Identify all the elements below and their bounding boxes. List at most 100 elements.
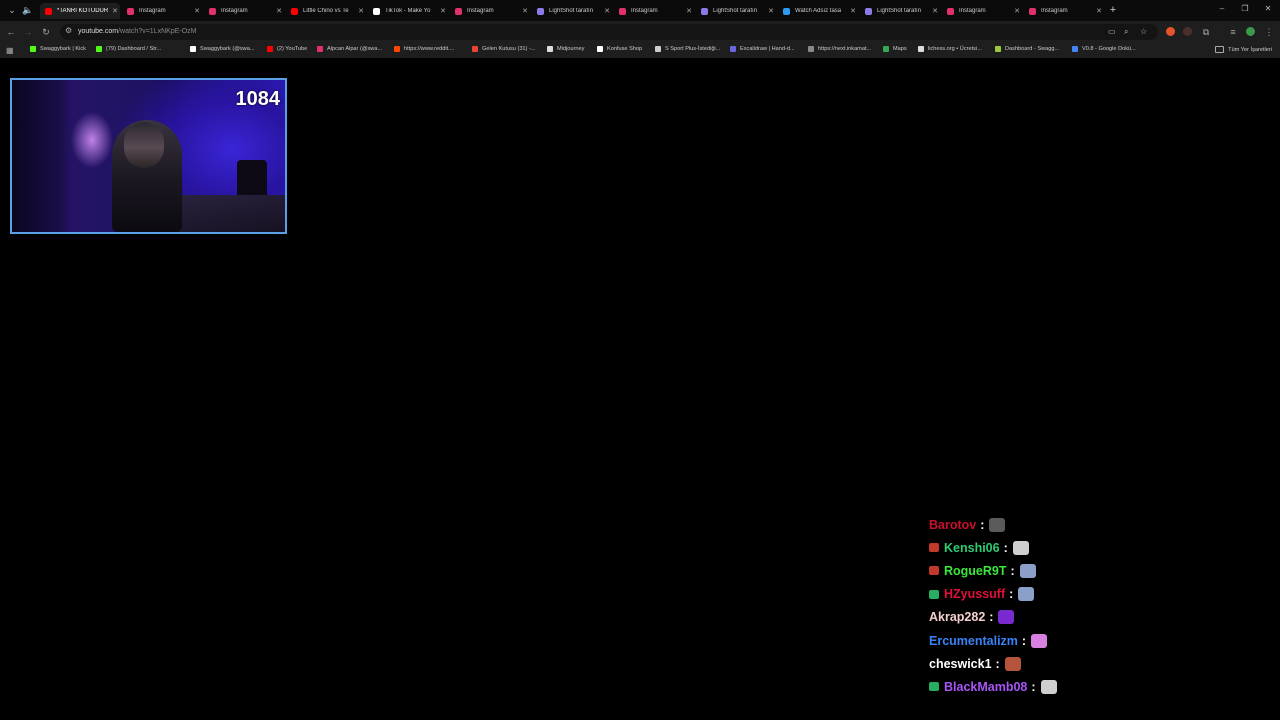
apps-grid-icon[interactable]: ▦ [6, 46, 14, 55]
tab-close-icon[interactable]: ✕ [602, 7, 612, 15]
bookmark-label: Gelen Kutusu (31) -... [482, 46, 536, 52]
chat-username: RogueR9T [944, 563, 1007, 578]
browser-tab[interactable]: Watch Adsız tasa ✕ [778, 3, 858, 19]
tab-close-icon[interactable]: ✕ [766, 7, 776, 15]
tab-title: Instagram [1041, 8, 1068, 14]
browser-tab[interactable]: Instagram ✕ [122, 3, 202, 19]
chat-username: Ercumentalizm [929, 633, 1018, 648]
browser-tab[interactable]: Little Chino vs Te ✕ [286, 3, 366, 19]
forward-arrow-icon[interactable]: → [22, 26, 34, 38]
browser-tab[interactable]: LightShot tarafın ✕ [860, 3, 940, 19]
chat-overlay: Barotov: Kenshi06: RogueR9T: HZyussuff: Akra… [929, 513, 1269, 699]
bookmark-item[interactable]: https://www.reddit.... [394, 46, 454, 52]
browser-tab[interactable]: *TANRI KÖTÜDÜR ✕ [40, 3, 120, 19]
browser-toolbar: ← → ↻ ⚙ youtube.com/watch?v=1LxNKpE-OzM … [0, 21, 1280, 43]
menu-kebab-icon[interactable]: ⋮ [1263, 26, 1275, 38]
bookmark-label: https://next.inkamat... [818, 46, 872, 52]
bookmark-item[interactable]: V0.8 - Google Dokü... [1072, 46, 1136, 52]
tab-close-icon[interactable]: ✕ [110, 7, 120, 15]
extension-icon[interactable] [1183, 27, 1192, 36]
chat-message: Akrap282: [929, 606, 1269, 629]
bookmark-item[interactable]: Alpcan Alpar (@swa... [317, 46, 382, 52]
bookmark-item[interactable]: lichess.org • Ücretsi... [918, 46, 982, 52]
site-info-icon[interactable]: ⚙ [65, 26, 72, 35]
lightshot-icon [865, 7, 872, 15]
bookmark-item[interactable]: Excalidraw | Hand-d... [730, 46, 795, 52]
bookmark-label: S Sport Plus-İstediği... [665, 46, 721, 52]
bookmark-item[interactable]: Maps [883, 46, 907, 52]
audio-icon[interactable]: 🔈 [18, 0, 38, 21]
close-window-button[interactable]: ✕ [1260, 4, 1276, 13]
bookmark-item[interactable]: Gelen Kutusu (31) -... [472, 46, 535, 52]
maximize-button[interactable]: ❐ [1237, 4, 1253, 13]
lightshot-icon [537, 7, 544, 15]
tab-close-icon[interactable]: ✕ [356, 7, 366, 15]
bookmark-label: Alpcan Alpar (@swa... [327, 46, 383, 52]
bookmark-label: Konfuse Shop [607, 46, 643, 52]
url-text[interactable]: youtube.com/watch?v=1LxNKpE-OzM [78, 28, 197, 35]
chat-separator: : [1009, 587, 1014, 602]
youtube-icon [291, 7, 298, 15]
bookmark-item[interactable]: S Sport Plus-İstediği... [655, 46, 720, 52]
chat-emote-icon [1040, 679, 1057, 694]
browser-tab[interactable]: LightShot tarafın ✕ [696, 3, 776, 19]
bookmark-item[interactable]: (2) YouTube [267, 46, 307, 52]
new-tab-button[interactable]: + [1107, 4, 1119, 16]
browser-tab[interactable]: LightShot tarafın ✕ [532, 3, 612, 19]
profile-avatar[interactable] [1246, 27, 1255, 36]
lightshot-icon [701, 7, 708, 15]
browser-tab[interactable]: Instagram ✕ [614, 3, 694, 19]
chat-separator: : [995, 656, 1000, 671]
tab-close-icon[interactable]: ✕ [1012, 7, 1022, 15]
tab-close-icon[interactable]: ✕ [274, 7, 284, 15]
media-icon[interactable]: ≡ [1227, 26, 1239, 38]
tab-title: Instagram [139, 8, 166, 14]
bookmark-item[interactable]: Swaggybark (@swa... [190, 46, 255, 52]
bookmark-favicon-icon [883, 46, 889, 52]
reload-icon[interactable]: ↻ [40, 26, 52, 38]
tab-close-icon[interactable]: ✕ [684, 7, 694, 15]
zoom-icon[interactable]: ⌕ [1124, 27, 1128, 37]
extensions-puzzle-icon[interactable]: ⧉ [1200, 26, 1212, 38]
folder-icon [1215, 46, 1225, 53]
youtube-icon [45, 7, 52, 15]
browser-tab[interactable]: Instagram ✕ [942, 3, 1022, 19]
tab-close-icon[interactable]: ✕ [520, 7, 530, 15]
minimize-button[interactable]: – [1214, 4, 1230, 13]
tab-title: *TANRI KÖTÜDÜR [57, 8, 109, 14]
tab-title: Instagram [467, 8, 494, 14]
bookmark-star-icon[interactable]: ☆ [1140, 27, 1147, 36]
browser-tab[interactable]: Instagram ✕ [1024, 3, 1104, 19]
bookmark-label: Excalidraw | Hand-d... [740, 46, 795, 52]
tab-close-icon[interactable]: ✕ [438, 7, 448, 15]
browser-tab[interactable]: Instagram ✕ [450, 3, 530, 19]
address-bar[interactable]: ⚙ youtube.com/watch?v=1LxNKpE-OzM ▭ ⌕ ☆ [60, 24, 1158, 40]
bookmark-item[interactable]: Konfuse Shop [597, 46, 642, 52]
bookmark-item[interactable]: https://next.inkamat... [808, 46, 871, 52]
bookmark-favicon-icon [918, 46, 924, 52]
tiktok-icon [373, 7, 380, 15]
extension-icon[interactable] [1166, 27, 1175, 36]
bookmark-item[interactable]: (79) Dashboard / Str... [96, 46, 161, 52]
chat-message: BlackMamb08: [929, 675, 1269, 698]
all-bookmarks-folder[interactable]: Tüm Yer İşaretleri [1215, 46, 1272, 53]
instagram-icon [127, 7, 134, 15]
tab-close-icon[interactable]: ✕ [848, 7, 858, 15]
tab-close-icon[interactable]: ✕ [930, 7, 940, 15]
tab-close-icon[interactable]: ✕ [1094, 7, 1104, 15]
bookmark-item[interactable]: Dashboard - Swagg... [995, 46, 1059, 52]
tab-title: LightShot tarafın [549, 8, 594, 14]
browser-tab[interactable]: TikTok - Make Yo ✕ [368, 3, 448, 19]
tab-close-icon[interactable]: ✕ [192, 7, 202, 15]
chat-message: Ercumentalizm: [929, 629, 1269, 652]
chat-badge-icon [929, 566, 939, 576]
bookmark-item[interactable]: Midjourney [547, 46, 584, 52]
bookmark-item[interactable]: Swaggybark | Kick [30, 46, 86, 52]
install-icon[interactable]: ▭ [1108, 27, 1116, 36]
bookmark-label: Maps [893, 46, 907, 52]
browser-tab[interactable]: Instagram ✕ [204, 3, 284, 19]
back-arrow-icon[interactable]: ← [5, 26, 17, 38]
chat-separator: : [1021, 633, 1027, 648]
chat-message: RogueR9T: [929, 559, 1269, 582]
instagram-icon [619, 7, 626, 15]
